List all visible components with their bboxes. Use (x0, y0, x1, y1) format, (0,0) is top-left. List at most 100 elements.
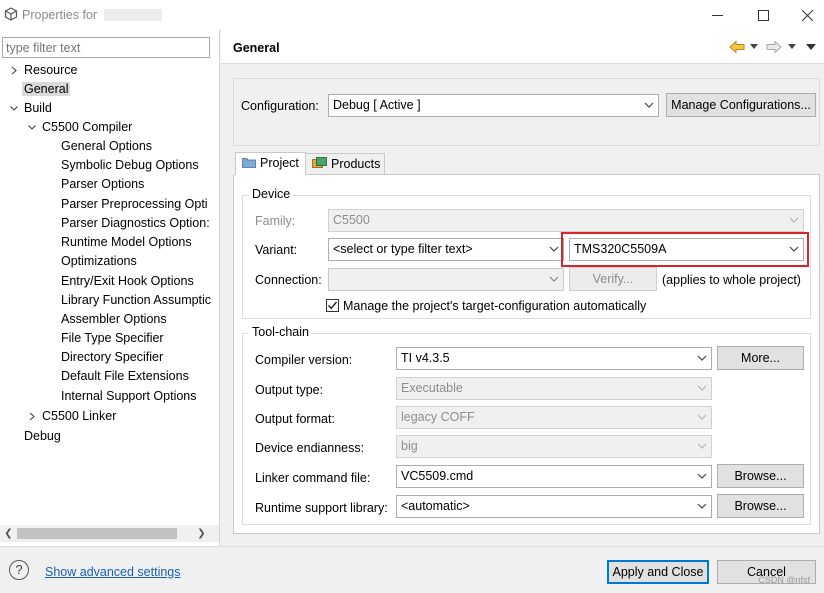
sidebar-item-file-type-specifier[interactable]: File Type Specifier (59, 329, 166, 348)
back-button[interactable] (729, 38, 745, 56)
tab-project[interactable]: Project (235, 152, 306, 175)
applies-note: (applies to whole project) (662, 273, 801, 287)
apply-and-close-button[interactable]: Apply and Close (607, 560, 709, 584)
browse-linker-button[interactable]: Browse... (717, 464, 804, 488)
sidebar-item-c5500-compiler[interactable]: C5500 Compiler (26, 118, 134, 137)
page-header: General (221, 30, 824, 64)
sidebar-item-label: Library Function Assumptic (61, 293, 212, 307)
sidebar-item-assembler-options[interactable]: Assembler Options (59, 310, 169, 329)
configuration-select[interactable]: Debug [ Active ] (328, 94, 659, 117)
tab-products-label: Products (331, 157, 381, 171)
compiler-version-label: Compiler version: (255, 353, 353, 367)
sidebar-item-symbolic-debug-options[interactable]: Symbolic Debug Options (59, 156, 201, 175)
chevron-down-icon[interactable] (26, 118, 38, 137)
manage-target-checkbox[interactable] (326, 299, 339, 312)
sidebar-item-parser-diagnostics-options[interactable]: Parser Diagnostics Option: (59, 214, 212, 233)
chevron-down-icon (697, 355, 707, 361)
watermark: CSDN @nfsf (758, 575, 810, 585)
redacted-title-region (104, 9, 162, 21)
show-advanced-settings-link[interactable]: Show advanced settings (45, 565, 181, 579)
variant-filter-value: <select or type filter text> (333, 242, 473, 256)
family-select: C5500 (328, 209, 804, 232)
toolchain-legend: Tool-chain (249, 325, 312, 339)
chevron-down-icon (697, 414, 707, 420)
connection-select[interactable] (328, 268, 564, 291)
sidebar-item-directory-specifier[interactable]: Directory Specifier (59, 348, 165, 367)
sidebar-item-entry-exit-hook-options[interactable]: Entry/Exit Hook Options (59, 272, 196, 291)
dropdown-triangle-icon (750, 44, 758, 49)
minimize-button[interactable] (694, 0, 740, 30)
chevron-down-icon (697, 443, 707, 449)
sidebar-item-label: C5500 Compiler (42, 120, 133, 134)
output-format-select: legacy COFF (396, 406, 712, 429)
sidebar-item-general-options[interactable]: General Options (59, 137, 154, 156)
sidebar-item-optimizations[interactable]: Optimizations (59, 252, 139, 271)
chevron-down-icon[interactable] (8, 99, 20, 118)
endianness-select: big (396, 435, 712, 458)
chevron-down-icon (789, 217, 799, 223)
sidebar-item-resource[interactable]: Resource (8, 61, 80, 80)
more-button[interactable]: More... (717, 346, 804, 370)
sidebar-item-parser-preprocessing-options[interactable]: Parser Preprocessing Opti (59, 195, 210, 214)
sidebar-item-label: Parser Options (61, 177, 145, 191)
sidebar-item-library-function-assumptions[interactable]: Library Function Assumptic (59, 291, 213, 310)
compiler-version-select[interactable]: TI v4.3.5 (396, 347, 712, 370)
sidebar-item-label: Optimizations (61, 254, 137, 268)
sidebar-item-build[interactable]: Build (8, 99, 54, 118)
chevron-down-icon (697, 385, 707, 391)
endianness-label: Device endianness: (255, 441, 365, 455)
forward-button[interactable] (766, 38, 782, 56)
page-title: General (233, 41, 280, 55)
view-menu-button[interactable] (806, 38, 816, 56)
sidebar-item-label: Runtime Model Options (61, 235, 192, 249)
scroll-left-icon[interactable]: ❮ (0, 525, 17, 542)
runtime-library-label: Runtime support library: (255, 501, 388, 515)
filter-input[interactable] (2, 37, 210, 58)
horizontal-scrollbar[interactable]: ❮ ❯ (0, 525, 219, 542)
sidebar-item-label: Directory Specifier (61, 350, 164, 364)
manage-configurations-button[interactable]: Manage Configurations... (666, 93, 816, 117)
chevron-right-icon[interactable] (26, 407, 38, 426)
sidebar-item-label: Debug (24, 429, 61, 443)
sidebar-item-c5500-linker[interactable]: C5500 Linker (26, 407, 118, 426)
help-icon[interactable]: ? (9, 560, 29, 580)
project-tab-panel: Device Family: C5500 Variant: <select or… (233, 174, 820, 534)
sidebar-item-parser-options[interactable]: Parser Options (59, 175, 146, 194)
close-button[interactable] (784, 0, 824, 30)
configuration-label: Configuration: (241, 99, 319, 113)
output-format-value: legacy COFF (401, 410, 475, 424)
sidebar-item-label: Internal Support Options (61, 389, 197, 403)
chevron-right-icon[interactable] (8, 61, 20, 80)
linker-command-file-value: VC5509.cmd (401, 469, 474, 483)
chevron-down-icon (549, 276, 559, 282)
sidebar-item-default-file-extensions[interactable]: Default File Extensions (59, 367, 191, 386)
chevron-down-icon (697, 503, 707, 509)
forward-arrow-icon (766, 40, 782, 54)
maximize-button[interactable] (740, 0, 786, 30)
tab-products[interactable]: Products (305, 153, 385, 176)
sidebar-item-runtime-model-options[interactable]: Runtime Model Options (59, 233, 194, 252)
forward-menu-button[interactable] (788, 38, 796, 56)
app-icon (4, 7, 18, 21)
verify-button[interactable]: Verify... (569, 267, 657, 291)
maximize-icon (757, 9, 769, 21)
scroll-right-icon[interactable]: ❯ (193, 525, 210, 542)
manage-target-label[interactable]: Manage the project's target-configuratio… (343, 299, 646, 313)
sidebar-item-label: C5500 Linker (42, 409, 117, 423)
sidebar-item-debug[interactable]: Debug (8, 427, 63, 446)
runtime-library-select[interactable]: <automatic> (396, 495, 712, 518)
sidebar-item-internal-support-options[interactable]: Internal Support Options (59, 387, 199, 406)
toolchain-group: Tool-chain Compiler version: TI v4.3.5 M… (242, 325, 811, 525)
linker-command-file-select[interactable]: VC5509.cmd (396, 465, 712, 488)
scrollbar-thumb[interactable] (17, 528, 177, 539)
view-menu-icon (806, 43, 816, 50)
sidebar-item-label: Parser Preprocessing Opti (61, 197, 208, 211)
back-menu-button[interactable] (750, 38, 758, 56)
endianness-value: big (401, 439, 418, 453)
variant-filter-select[interactable]: <select or type filter text> (328, 238, 564, 261)
browse-runtime-button[interactable]: Browse... (717, 494, 804, 518)
sidebar-item-general[interactable]: General (8, 80, 71, 99)
chevron-down-icon (697, 473, 707, 479)
sidebar-item-label: File Type Specifier (61, 331, 164, 345)
properties-page: General Configuration: Debug [ Active ] … (221, 30, 824, 546)
